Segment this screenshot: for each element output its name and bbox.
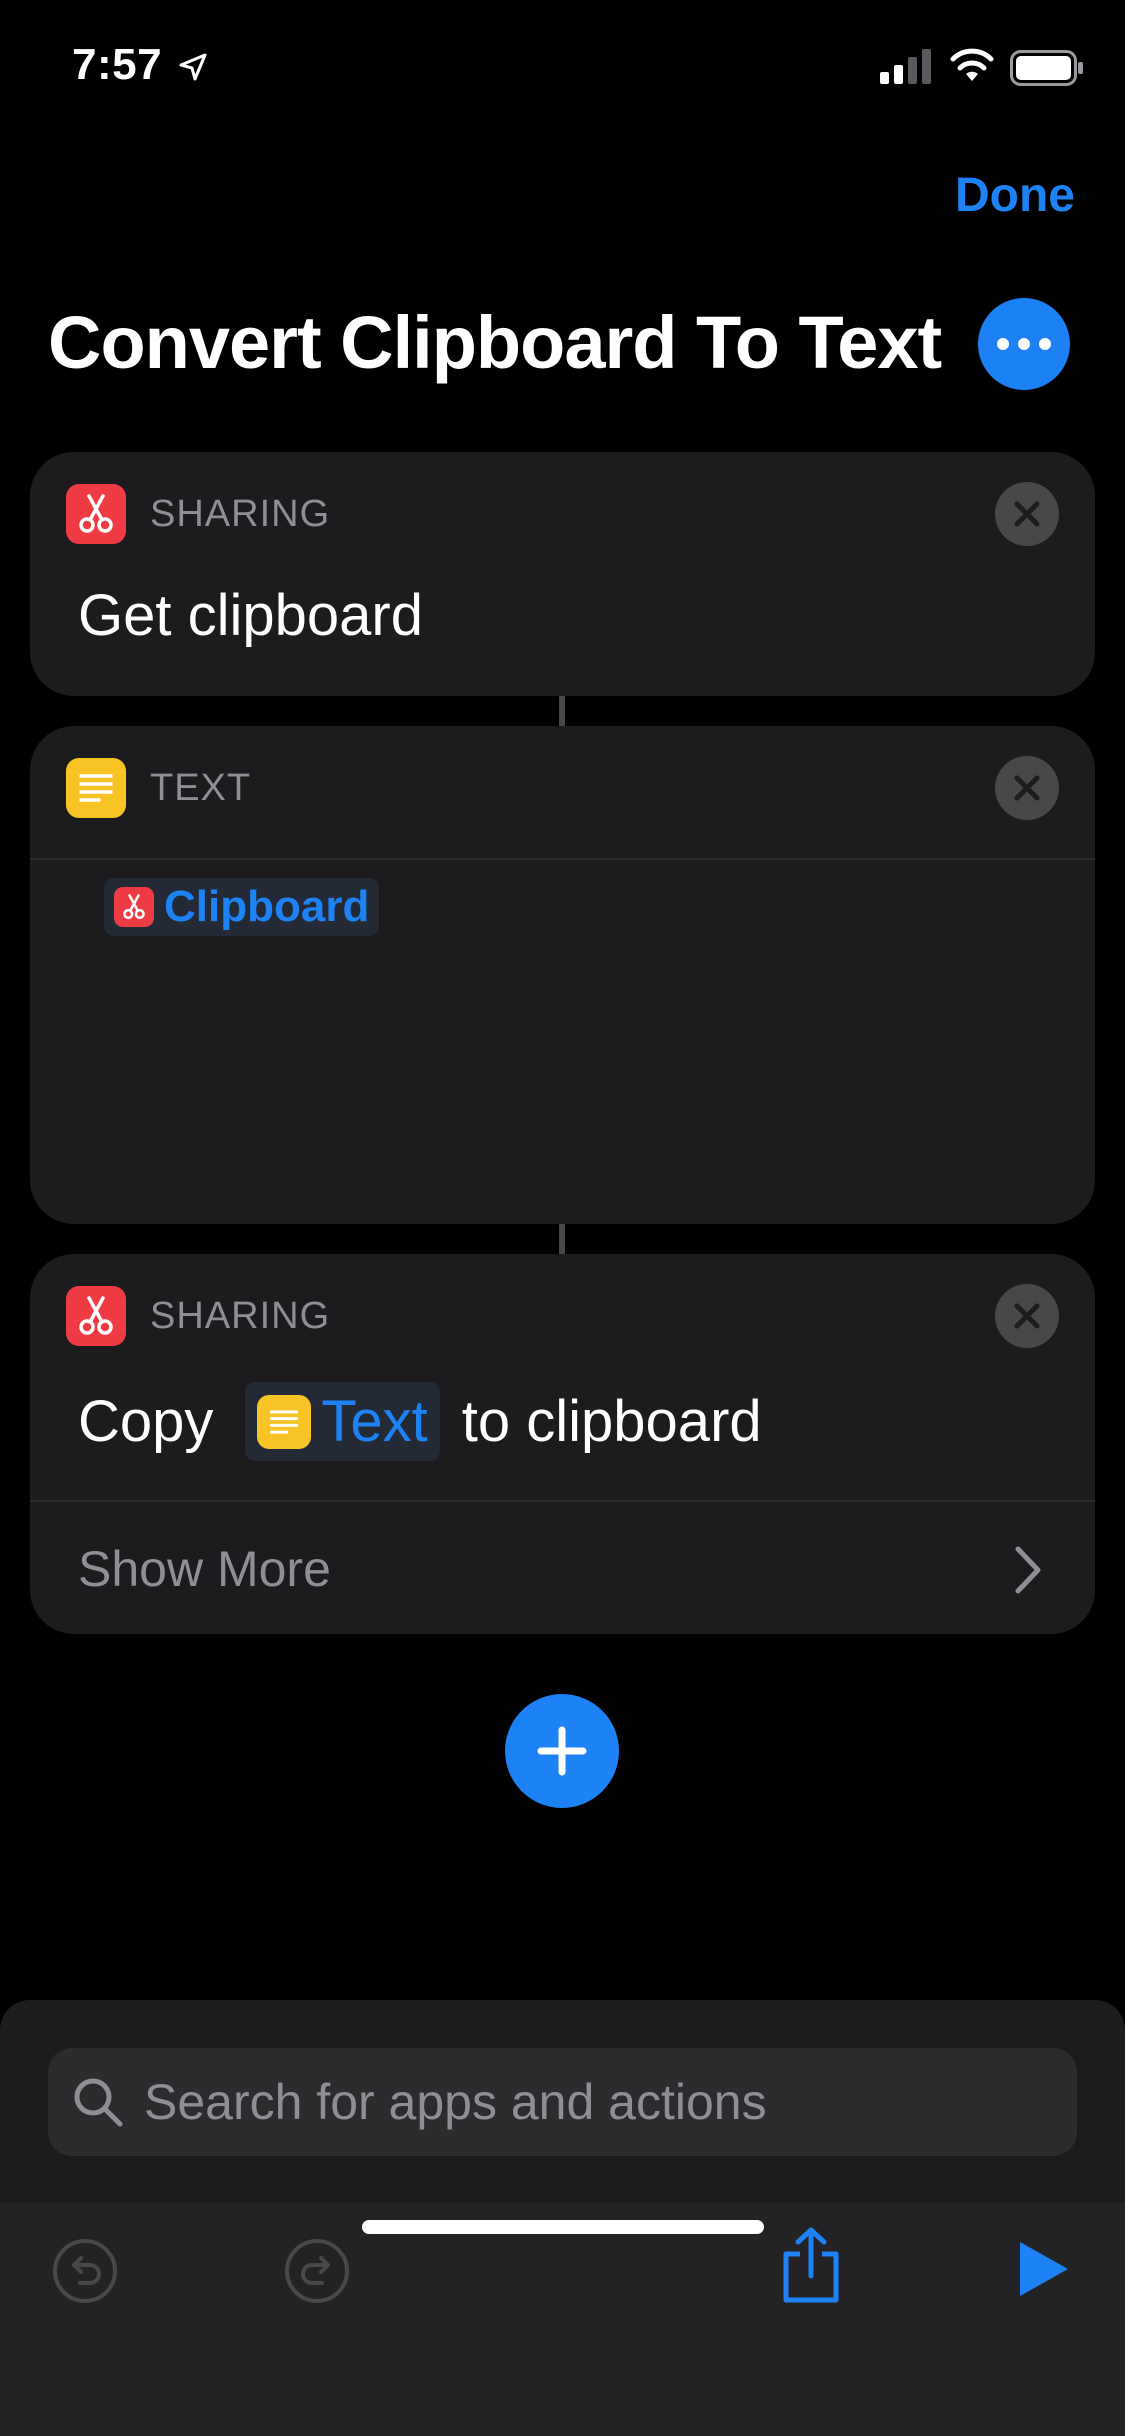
scissors-icon xyxy=(114,887,154,927)
text-lines-icon xyxy=(257,1394,312,1449)
home-indicator[interactable] xyxy=(362,2220,764,2234)
undo-icon[interactable] xyxy=(50,2236,120,2306)
action-title-prefix: Copy xyxy=(78,1389,214,1454)
text-lines-icon xyxy=(79,774,113,802)
page-title: Convert Clipboard To Text xyxy=(48,301,942,384)
action-category: TEXT xyxy=(150,766,252,809)
divider xyxy=(30,1500,1095,1502)
remove-action-button[interactable] xyxy=(995,1284,1059,1348)
close-icon xyxy=(1014,775,1040,801)
action-header: SHARING xyxy=(66,1286,330,1346)
action-connector xyxy=(559,696,565,726)
action-category: SHARING xyxy=(150,492,331,535)
remove-action-button[interactable] xyxy=(995,756,1059,820)
more-options-button[interactable] xyxy=(978,298,1070,390)
action-title[interactable]: Get clipboard xyxy=(78,582,423,649)
token-label: Text xyxy=(321,1389,428,1454)
action-connector xyxy=(559,1224,565,1254)
ellipsis-icon-dot xyxy=(1039,338,1051,350)
plus-icon xyxy=(537,1726,587,1776)
action-header: TEXT xyxy=(66,758,251,818)
status-time: 7:57 xyxy=(72,40,163,89)
done-button[interactable]: Done xyxy=(955,168,1075,223)
wifi-icon xyxy=(950,48,994,81)
action-card-text[interactable]: TEXT Clipboard xyxy=(30,726,1095,1224)
status-bar: 7:57 xyxy=(0,0,1125,140)
share-icon[interactable] xyxy=(778,2226,844,2306)
token-label: Clipboard xyxy=(164,882,370,931)
show-more-button[interactable]: Show More xyxy=(78,1540,331,1598)
scissors-icon xyxy=(79,494,113,533)
scissors-icon xyxy=(79,1296,113,1335)
cellular-signal-icon xyxy=(880,49,931,84)
sharing-app-icon xyxy=(66,484,126,544)
chevron-right-icon[interactable] xyxy=(1013,1544,1043,1596)
search-placeholder: Search for apps and actions xyxy=(144,2074,767,2130)
editor-toolbar xyxy=(0,2202,1125,2436)
action-card-get-clipboard[interactable]: SHARING Get clipboard xyxy=(30,452,1095,696)
text-variable-token[interactable]: Text xyxy=(245,1382,440,1461)
add-action-button[interactable] xyxy=(505,1694,619,1808)
redo-icon[interactable] xyxy=(282,2236,352,2306)
action-card-copy-to-clipboard[interactable]: SHARING Copy Text to clipboard Show More xyxy=(30,1254,1095,1634)
action-title: Copy Text to clipboard xyxy=(78,1382,762,1461)
remove-action-button[interactable] xyxy=(995,482,1059,546)
ellipsis-icon xyxy=(997,338,1009,350)
text-app-icon xyxy=(66,758,126,818)
action-search-sheet: Search for apps and actions xyxy=(0,2000,1125,2436)
divider xyxy=(30,858,1095,860)
close-icon xyxy=(1014,1303,1040,1329)
ellipsis-icon-dot xyxy=(1018,338,1030,350)
action-title-suffix: to clipboard xyxy=(461,1389,762,1454)
sharing-app-icon xyxy=(66,1286,126,1346)
text-content-field[interactable]: Clipboard xyxy=(104,878,380,936)
action-header: SHARING xyxy=(66,484,330,544)
search-icon xyxy=(74,2078,123,2127)
close-icon xyxy=(1014,501,1040,527)
play-icon[interactable] xyxy=(1016,2238,1072,2300)
clipboard-variable-token[interactable]: Clipboard xyxy=(104,878,380,936)
battery-icon xyxy=(1010,50,1083,86)
search-input[interactable]: Search for apps and actions xyxy=(48,2048,1077,2156)
action-category: SHARING xyxy=(150,1294,331,1337)
location-arrow-icon xyxy=(179,53,207,81)
